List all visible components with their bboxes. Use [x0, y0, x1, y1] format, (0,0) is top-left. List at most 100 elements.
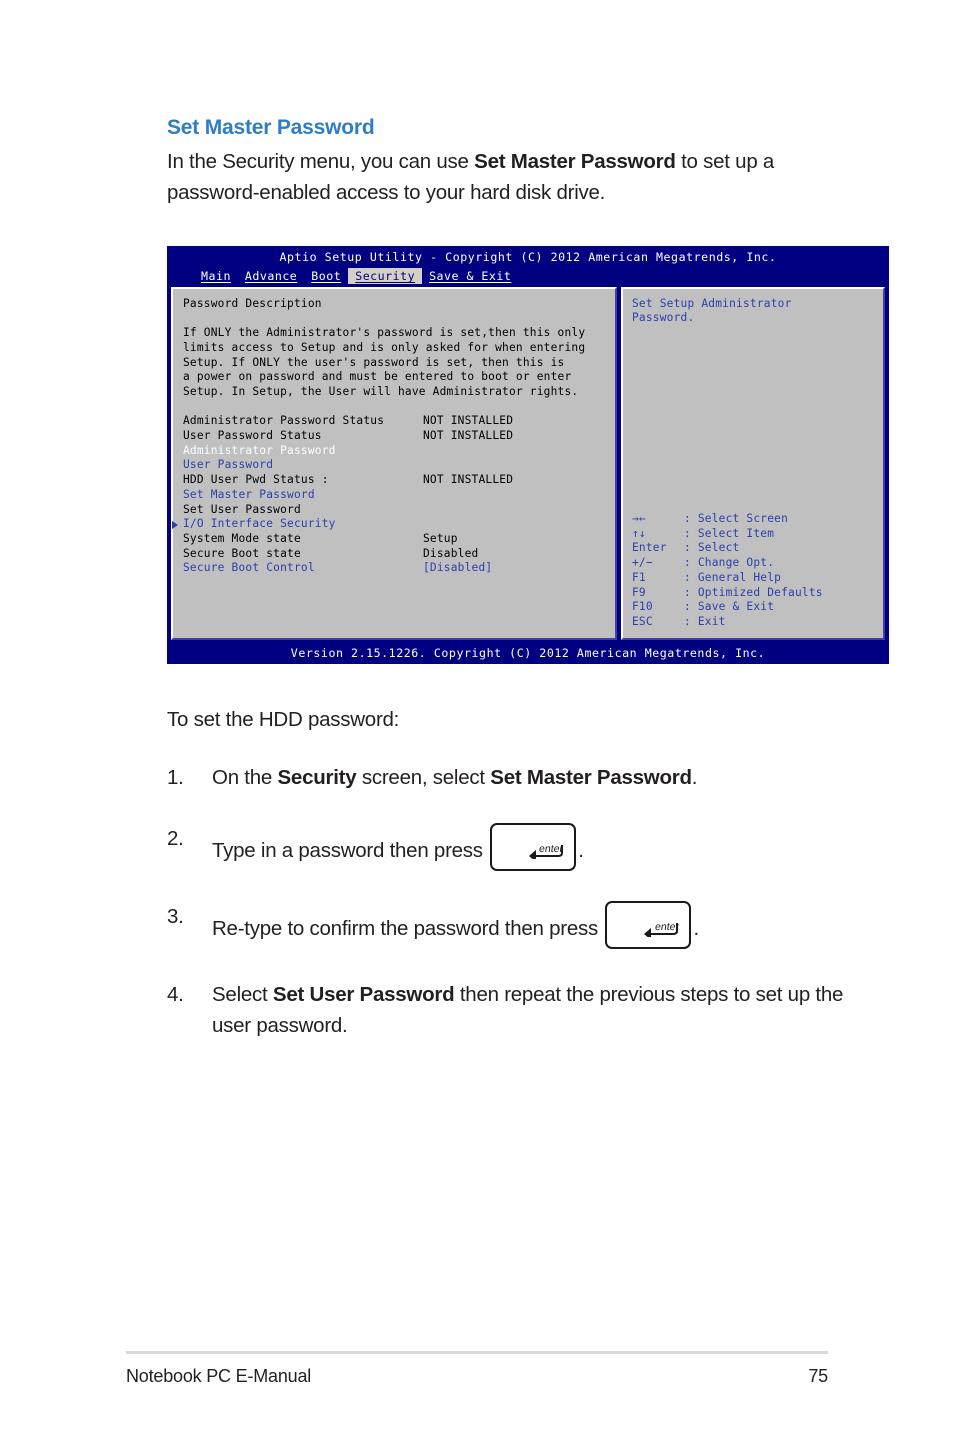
bios-setting-row[interactable]: Secure Boot Control [Disabled]: [183, 561, 615, 576]
bios-setting-label: Set User Password: [183, 502, 301, 516]
description-line: a power on password and must be entered …: [183, 370, 572, 384]
bios-setting-label: I/O Interface Security: [183, 517, 336, 531]
bios-key-action: : Select Item: [684, 526, 775, 540]
bios-setting-value: Disabled: [423, 546, 479, 560]
password-description-heading: Password Description: [183, 296, 322, 310]
bios-right-pane: Set Setup Administrator Password. →←: Sel…: [621, 286, 885, 640]
bios-key-legend-row: F1 : General Help: [632, 571, 823, 586]
bios-setting-row[interactable]: System Mode state Setup: [183, 532, 615, 547]
bios-key-legend-row: +/− : Change Opt.: [632, 556, 823, 571]
page-content: Set Master Password In the Security menu…: [167, 116, 892, 208]
bios-setting-row[interactable]: User Password: [183, 458, 615, 473]
bios-setting-label: Secure Boot state: [183, 546, 301, 560]
bios-setting-label: Set Master Password: [183, 487, 315, 501]
manual-page: Set Master Password In the Security menu…: [0, 0, 954, 1438]
bios-setting-value: NOT INSTALLED: [423, 414, 514, 428]
bios-key-legend-row: F10 : Save & Exit: [632, 600, 823, 615]
step-number: 4.: [167, 983, 184, 1006]
step-text-emphasis: Set User Password: [272, 983, 455, 1006]
bios-help-line: Set Setup Administrator: [632, 296, 792, 310]
step-number: 3.: [167, 905, 184, 928]
bios-setting-row[interactable]: HDD User Pwd Status : NOT INSTALLED: [183, 473, 615, 488]
bios-tab-security[interactable]: Security: [348, 268, 423, 284]
bios-setting-value: Setup: [423, 531, 458, 545]
description-line: limits access to Setup and is only asked…: [183, 340, 586, 354]
intro-text-bold: Set Master Password: [474, 150, 676, 173]
bios-help-text: Set Setup Administrator Password.: [632, 297, 883, 326]
bios-setting-row[interactable]: Administrator Password: [183, 444, 615, 459]
step-text-emphasis: Set Master Password: [490, 766, 692, 789]
bios-setting-label: User Password Status: [183, 429, 322, 442]
bios-tab-advance[interactable]: Advance: [238, 268, 304, 284]
step-text-emphasis: Security: [277, 766, 357, 789]
bios-key-name: F1: [632, 570, 646, 584]
step-number: 1.: [167, 766, 184, 789]
step-text-fragment: On the: [212, 766, 278, 789]
bios-title-bar: Aptio Setup Utility - Copyright (C) 2012…: [279, 250, 777, 264]
step-text-tail: .: [578, 839, 584, 862]
bios-tab-boot[interactable]: Boot: [304, 268, 348, 284]
bios-key-legend-row: F9: Optimized Defaults: [632, 586, 823, 601]
bios-key-name: F9: [632, 585, 646, 599]
bios-setting-label: Administrator Password: [183, 443, 336, 457]
bios-key-name: +/−: [632, 556, 653, 570]
step-text: Type in a password then press enter.: [212, 823, 882, 871]
bios-setting-row[interactable]: Secure Boot state Disabled: [183, 547, 615, 562]
bios-help-line: Password.: [632, 311, 695, 325]
bios-key-name: ↑↓: [632, 526, 646, 540]
step-item: 2. Type in a password then press enter.: [167, 823, 892, 871]
bios-setting-row[interactable]: Set Master Password: [183, 488, 615, 503]
intro-paragraph: In the Security menu, you can use Set Ma…: [167, 146, 837, 208]
bios-setting-value: NOT INSTALLED: [423, 473, 514, 487]
bios-left-pane: Password Description If ONLY the Adminis…: [171, 286, 617, 640]
submenu-arrow-icon: [172, 521, 178, 530]
bios-setting-row[interactable]: Administrator Password Status NOT INSTALL…: [183, 414, 615, 429]
footer-page-number: 75: [808, 1366, 828, 1386]
step-text-fragment: Re-type to confirm the password then pre…: [212, 917, 604, 940]
bios-key-legend-row: →←: Select Screen: [632, 512, 823, 527]
bios-body: Password Description If ONLY the Adminis…: [167, 283, 889, 643]
bios-setting-value: NOT INSTALLED: [423, 429, 514, 442]
bios-settings-list: Administrator Password Status NOT INSTALL…: [172, 414, 615, 576]
step-text: Select Set User Password then repeat the…: [212, 979, 882, 1041]
bios-setting-label: Administrator Password Status: [183, 414, 385, 428]
password-description-body: If ONLY the Administrator's password is …: [183, 326, 615, 400]
bios-setting-value: [Disabled]: [423, 561, 493, 575]
bios-key-legend: →←: Select Screen ↑↓ : Select Item Enter : S…: [632, 512, 823, 630]
bios-setting-row[interactable]: I/O Interface Security: [172, 517, 615, 532]
bios-setting-row[interactable]: Set User Password: [183, 503, 615, 518]
step-item: 3. Re-type to confirm the password then p…: [167, 901, 892, 949]
bios-key-name: Enter: [632, 541, 667, 555]
bios-tab-bar: Main Advance Boot Security Save & Exit: [167, 267, 889, 284]
step-text-fragment: .: [691, 766, 698, 789]
step-item: 1. On the Security screen, select Set Mas…: [167, 762, 892, 793]
bios-setting-row[interactable]: User Password Status NOT INSTALLED: [183, 429, 615, 444]
footer-divider: [126, 1351, 828, 1354]
bios-key-action: : Save & Exit: [684, 600, 775, 614]
bios-key-action: : Change Opt.: [684, 556, 775, 570]
return-arrow-icon: [644, 923, 679, 937]
enter-key-icon: enter: [490, 823, 577, 871]
description-line: Setup. If ONLY the user's password is se…: [183, 355, 565, 369]
bios-key-legend-row: Enter : Select: [632, 541, 823, 556]
steps-lead: To set the HDD password:: [167, 708, 400, 731]
intro-text-before: In the Security menu, you can use: [167, 150, 475, 173]
bios-key-legend-row: ESC: Exit: [632, 615, 823, 630]
bios-key-action: : Select: [684, 541, 740, 555]
page-footer: Notebook PC E-Manual 75: [126, 1366, 828, 1387]
bios-setting-label: Secure Boot Control: [183, 561, 315, 575]
bios-key-action: : General Help: [684, 570, 782, 584]
bios-tab-save-exit[interactable]: Save & Exit: [422, 268, 518, 284]
bios-setting-label: HDD User Pwd Status :: [183, 473, 329, 487]
step-text-fragment: Select: [212, 983, 273, 1006]
enter-key-icon: enter: [605, 901, 692, 949]
description-line: Setup. In Setup, the User will have Admi…: [183, 384, 579, 398]
page-title: Set Master Password: [167, 116, 375, 139]
bios-screenshot: Aptio Setup Utility - Copyright (C) 2012…: [167, 246, 889, 665]
bios-key-name: ESC: [632, 615, 653, 628]
bios-key-name: F10: [632, 600, 653, 614]
bios-tab-main[interactable]: Main: [194, 268, 238, 284]
return-arrow-icon: [529, 845, 564, 859]
